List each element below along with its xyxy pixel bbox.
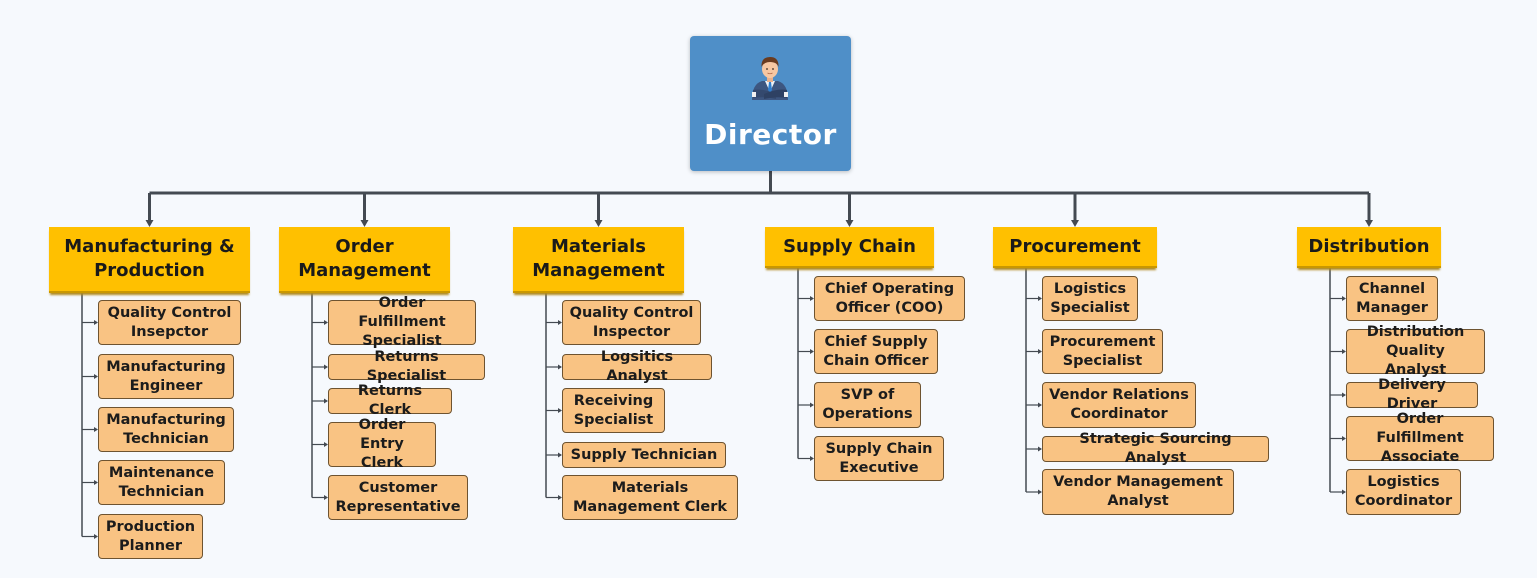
- role-card[interactable]: Logistics Coordinator: [1346, 469, 1461, 515]
- role-card[interactable]: Supply Technician: [562, 442, 726, 468]
- role-card[interactable]: Logistics Specialist: [1042, 276, 1138, 321]
- role-card[interactable]: Manufacturing Engineer: [98, 354, 234, 399]
- role-card[interactable]: Production Planner: [98, 514, 203, 559]
- department-manufacturing-production[interactable]: Manufacturing & Production: [49, 227, 250, 293]
- role-card[interactable]: Quality Control Inspector: [562, 300, 701, 345]
- department-label: Procurement: [1009, 235, 1141, 257]
- role-card[interactable]: Order Fulfillment Associate: [1346, 411, 1494, 465]
- businessman-icon: [752, 57, 788, 100]
- role-card[interactable]: Receiving Specialist: [562, 388, 665, 433]
- role-card[interactable]: Order Fulfillment Specialist: [328, 295, 476, 349]
- department-supply-chain[interactable]: Supply Chain: [765, 227, 934, 268]
- department-arrow: [594, 220, 603, 227]
- department-procurement[interactable]: Procurement: [993, 227, 1157, 268]
- role-card[interactable]: Procurement Specialist: [1042, 329, 1163, 374]
- department-arrow: [360, 220, 369, 227]
- role-card[interactable]: Logsitics Analyst: [562, 349, 712, 384]
- department-arrow: [1365, 220, 1373, 227]
- director-title: Director: [704, 118, 837, 151]
- department-materials-management[interactable]: Materials Management: [513, 227, 684, 293]
- role-card[interactable]: Manufacturing Technician: [98, 407, 234, 452]
- department-label: Order Management: [298, 236, 431, 281]
- role-card[interactable]: SVP of Operations: [814, 382, 921, 428]
- director-node[interactable]: Director: [690, 36, 851, 171]
- department-label: Distribution: [1308, 235, 1430, 257]
- department-label: Manufacturing & Production: [64, 236, 235, 281]
- role-card[interactable]: Chief Operating Officer (COO): [814, 276, 965, 321]
- role-card[interactable]: Channel Manager: [1346, 276, 1438, 321]
- role-card[interactable]: Returns Clerk: [328, 383, 452, 418]
- role-card[interactable]: Quality Control Insepctor: [98, 300, 241, 345]
- role-card[interactable]: Distribution Quality Analyst: [1346, 324, 1485, 378]
- department-label: Materials Management: [532, 236, 665, 281]
- role-card[interactable]: Order Entry Clerk: [328, 417, 436, 471]
- department-arrow: [1071, 220, 1079, 227]
- department-distribution[interactable]: Distribution: [1297, 227, 1441, 268]
- role-card[interactable]: Vendor Relations Coordinator: [1042, 382, 1196, 428]
- role-card[interactable]: Customer Representative: [328, 475, 468, 520]
- org-chart: Director Manufacturing & Production Orde…: [0, 0, 1537, 578]
- role-card[interactable]: Supply Chain Executive: [814, 436, 944, 481]
- role-card[interactable]: Returns Specialist: [328, 349, 485, 384]
- role-card[interactable]: Chief Supply Chain Officer: [814, 329, 938, 374]
- department-arrow: [145, 220, 154, 227]
- role-card[interactable]: Delivery Driver: [1346, 377, 1478, 412]
- role-card[interactable]: Materials Management Clerk: [562, 475, 738, 520]
- role-card[interactable]: Vendor Management Analyst: [1042, 469, 1234, 515]
- department-order-management[interactable]: Order Management: [279, 227, 450, 293]
- role-card[interactable]: Strategic Sourcing Analyst: [1042, 431, 1269, 466]
- department-label: Supply Chain: [783, 235, 916, 257]
- role-card[interactable]: Maintenance Technician: [98, 460, 225, 505]
- department-arrow: [845, 220, 854, 227]
